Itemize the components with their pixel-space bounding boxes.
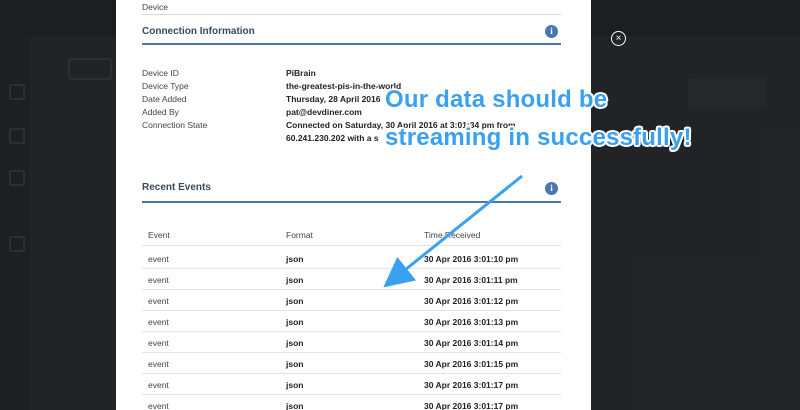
annotation-line-2: streaming in successfully! — [385, 124, 692, 151]
annotation-line-1: Our data should be — [385, 86, 608, 113]
annotation-arrow — [383, 174, 523, 288]
